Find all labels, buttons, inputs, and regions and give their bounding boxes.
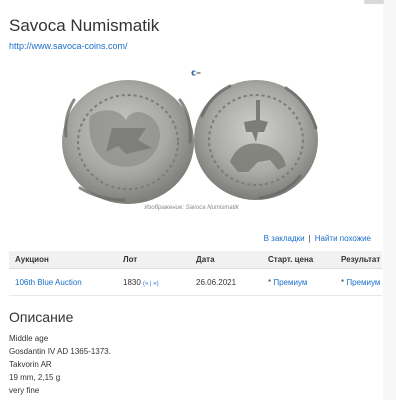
lot-actions: В закладки | Найти похожие: [264, 234, 371, 243]
auction-house-site-link[interactable]: http://www.savoca-coins.com/: [9, 41, 128, 51]
column-header-result: Результат: [335, 251, 382, 269]
description-text: Middle age Gosdantin IV AD 1365-1373. Ta…: [9, 332, 111, 397]
description-line: Takvorin AR: [9, 360, 52, 369]
auction-link[interactable]: 106th Blue Auction: [15, 278, 82, 287]
description-line: Gosdantin IV AD 1365-1373.: [9, 347, 111, 356]
description-line: 19 mm, 2,15 g: [9, 373, 61, 382]
start-price-star: *: [268, 277, 272, 287]
coin-photo[interactable]: [60, 76, 322, 206]
auction-cell: 106th Blue Auction: [9, 268, 117, 296]
coin-obverse: [62, 80, 194, 204]
description-heading: Описание: [9, 309, 74, 325]
table-row: 106th Blue Auction 1830 (« | ») 26.06.20…: [9, 268, 382, 296]
column-header-start-price: Старт. цена: [262, 251, 335, 269]
actions-separator: |: [308, 234, 311, 243]
column-header-date: Дата: [190, 251, 262, 269]
column-header-auction: Аукцион: [9, 251, 117, 269]
start-price-cell: * Премиум: [262, 268, 335, 296]
column-header-lot: Лот: [117, 251, 190, 269]
date-cell: 26.06.2021: [190, 268, 262, 296]
coin-reverse: [194, 80, 318, 200]
lot-table: Аукцион Лот Дата Старт. цена Результат 1…: [9, 251, 382, 296]
description-line: very fine: [9, 386, 40, 395]
bookmark-link[interactable]: В закладки: [264, 234, 305, 243]
description-line: Middle age: [9, 334, 49, 343]
start-price-premium-link[interactable]: Премиум: [273, 278, 307, 287]
scroll-thumb[interactable]: [364, 0, 384, 4]
result-star: *: [341, 277, 345, 287]
lot-table-header-row: Аукцион Лот Дата Старт. цена Результат: [9, 251, 382, 269]
lot-cell: 1830 (« | »): [117, 268, 190, 296]
result-cell: * Премиум: [335, 268, 382, 296]
lot-number: 1830: [123, 277, 141, 287]
lot-panel: Savoca Numismatik http://www.savoca-coin…: [0, 0, 384, 400]
find-similar-link[interactable]: Найти похожие: [315, 234, 371, 243]
auction-house-title: Savoca Numismatik: [9, 16, 160, 35]
page-scrollbar[interactable]: [383, 0, 396, 400]
image-caption: Изображение: Savoca Numismatik: [144, 205, 239, 211]
result-premium-link[interactable]: Премиум: [346, 278, 380, 287]
lot-nav-links[interactable]: (« | »): [143, 281, 159, 287]
